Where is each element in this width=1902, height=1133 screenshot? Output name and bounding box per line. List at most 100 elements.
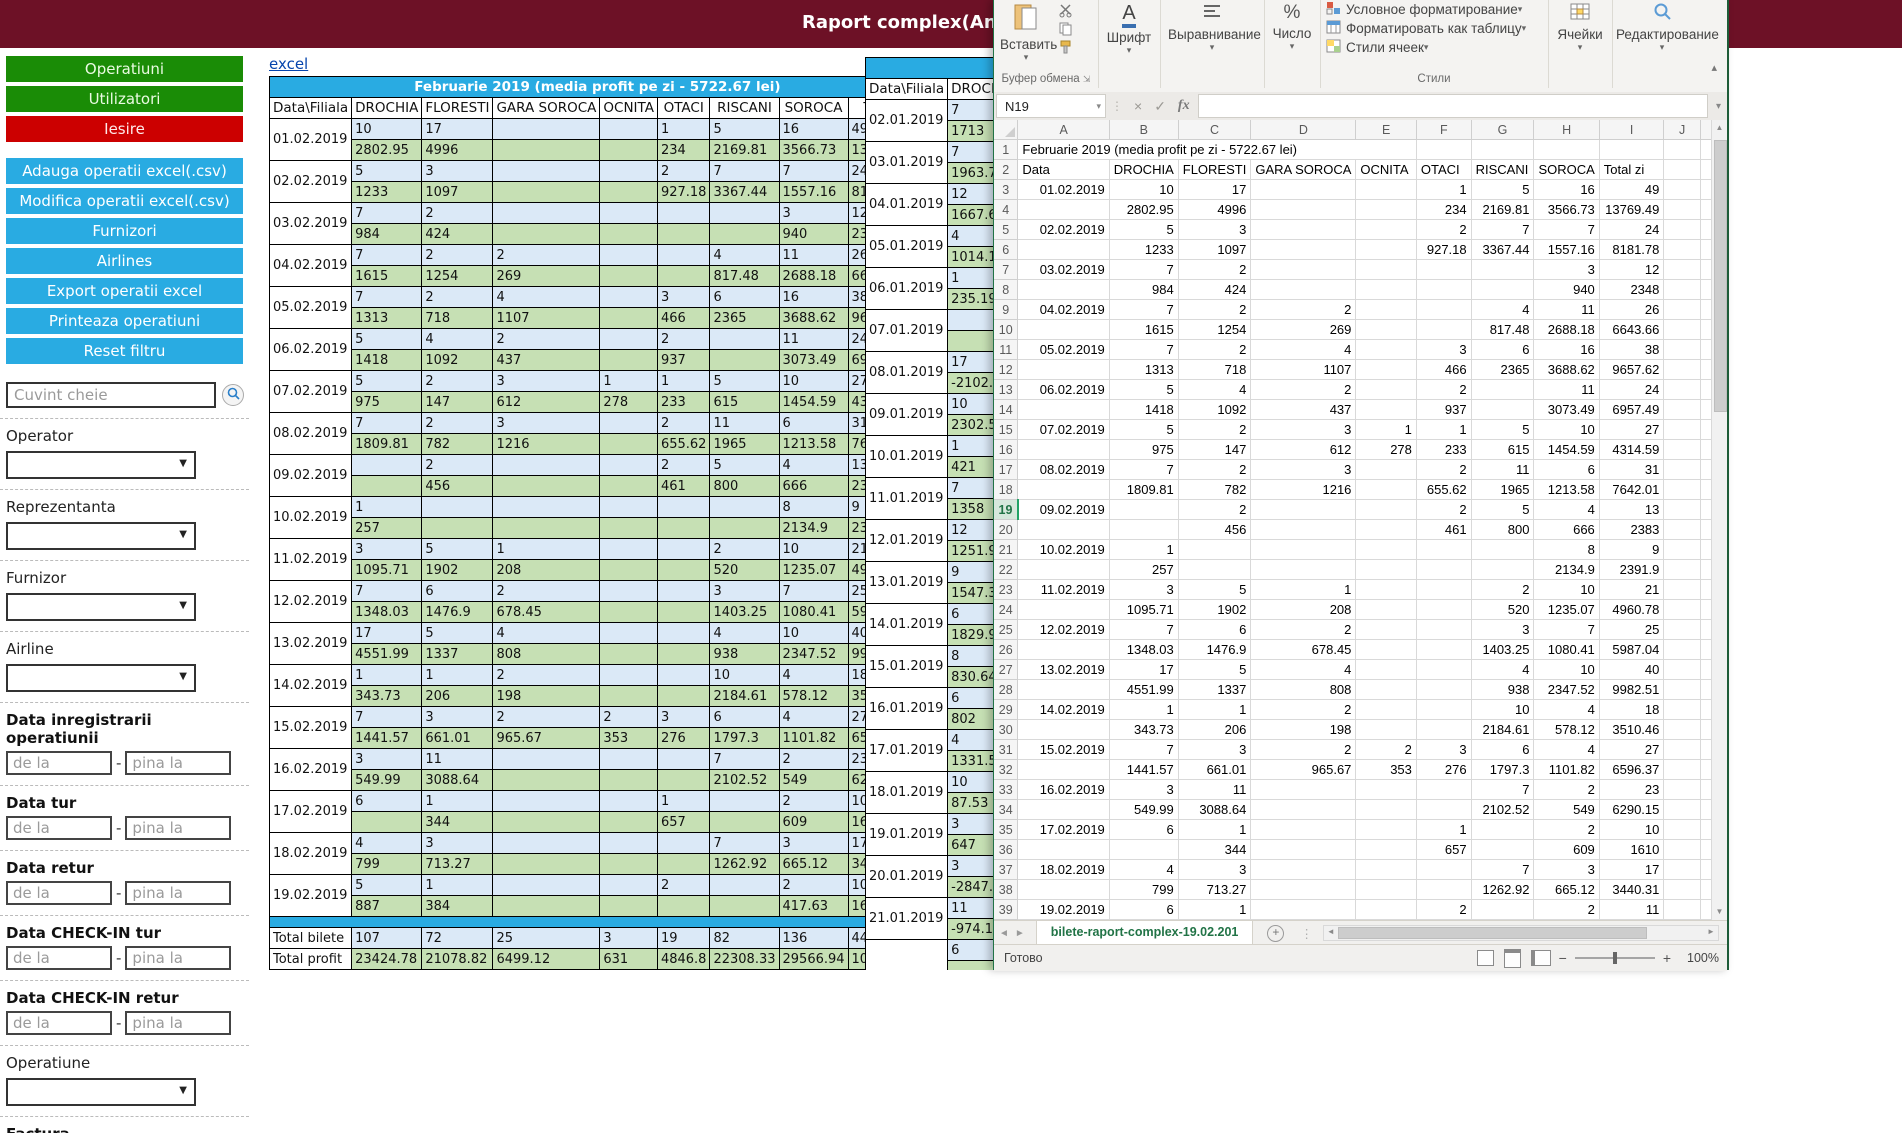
- date-from-input[interactable]: [6, 946, 112, 970]
- cell[interactable]: 17: [1599, 860, 1664, 880]
- cell[interactable]: [1251, 900, 1356, 920]
- cell[interactable]: [1356, 780, 1416, 800]
- format-painter-icon[interactable]: [1058, 40, 1074, 59]
- cell[interactable]: 18: [1599, 700, 1664, 720]
- cell[interactable]: 12.02.2019: [1018, 620, 1109, 640]
- cell[interactable]: 233: [1416, 440, 1471, 460]
- cell[interactable]: 06.02.2019: [1018, 380, 1109, 400]
- cell[interactable]: [1471, 140, 1534, 160]
- cell[interactable]: [1356, 700, 1416, 720]
- conditional-formatting-button[interactable]: Условное форматирование ▾: [1326, 0, 1522, 19]
- cell[interactable]: 2: [1534, 900, 1599, 920]
- cell[interactable]: 2: [1251, 700, 1356, 720]
- cell[interactable]: 3: [1178, 220, 1251, 240]
- cell[interactable]: 13769.49: [1599, 200, 1664, 220]
- date-to-input[interactable]: [125, 1011, 231, 1035]
- header-cell[interactable]: Total zi: [1599, 160, 1664, 180]
- cell[interactable]: [1416, 860, 1471, 880]
- cell[interactable]: 10: [1534, 420, 1599, 440]
- cell[interactable]: [1416, 600, 1471, 620]
- cell[interactable]: [1416, 700, 1471, 720]
- cell[interactable]: [1664, 600, 1701, 620]
- cell[interactable]: [1251, 540, 1356, 560]
- row-header-17[interactable]: 17: [994, 460, 1018, 480]
- cell[interactable]: 13: [1599, 500, 1664, 520]
- cell[interactable]: 198: [1251, 720, 1356, 740]
- cell[interactable]: 4996: [1178, 200, 1251, 220]
- row-header-25[interactable]: 25: [994, 620, 1018, 640]
- cell[interactable]: [1416, 280, 1471, 300]
- cell[interactable]: [1018, 240, 1109, 260]
- cell[interactable]: 800: [1471, 520, 1534, 540]
- filter-select-operatiune[interactable]: ▼: [6, 1078, 196, 1106]
- cell[interactable]: 666: [1534, 520, 1599, 540]
- filter-select-reprezentanta[interactable]: ▼: [6, 522, 196, 550]
- cell-styles-button[interactable]: Стили ячеек ▾: [1326, 38, 1428, 57]
- cell[interactable]: 1262.92: [1471, 880, 1534, 900]
- cell[interactable]: 3: [1251, 460, 1356, 480]
- row-header-30[interactable]: 30: [994, 720, 1018, 740]
- row-header-14[interactable]: 14: [994, 400, 1018, 420]
- cell[interactable]: [1356, 600, 1416, 620]
- date-to-input[interactable]: [125, 816, 231, 840]
- cell[interactable]: [1018, 560, 1109, 580]
- cell[interactable]: 3073.49: [1534, 400, 1599, 420]
- cell[interactable]: [1664, 700, 1701, 720]
- cell[interactable]: [1664, 380, 1701, 400]
- cell[interactable]: [1664, 720, 1701, 740]
- cell[interactable]: 975: [1109, 440, 1178, 460]
- cell[interactable]: 278: [1356, 440, 1416, 460]
- cell[interactable]: [1356, 240, 1416, 260]
- cell[interactable]: 2184.61: [1471, 720, 1534, 740]
- cell[interactable]: 3: [1109, 580, 1178, 600]
- cell[interactable]: 11.02.2019: [1018, 580, 1109, 600]
- cell[interactable]: [1356, 480, 1416, 500]
- cell[interactable]: 3: [1416, 340, 1471, 360]
- cell[interactable]: [1018, 840, 1109, 860]
- cell[interactable]: 6596.37: [1599, 760, 1664, 780]
- horizontal-scroll-thumb[interactable]: [1338, 927, 1647, 939]
- cell[interactable]: [1356, 280, 1416, 300]
- formula-input[interactable]: [1198, 94, 1708, 118]
- sidebar-button-export-operatii-excel[interactable]: Export operatii excel: [6, 278, 243, 304]
- cell[interactable]: 7: [1109, 300, 1178, 320]
- date-to-input[interactable]: [125, 946, 231, 970]
- cell[interactable]: [1251, 800, 1356, 820]
- font-group-button[interactable]: А Шрифт ▾: [1103, 2, 1155, 56]
- cell[interactable]: [1356, 820, 1416, 840]
- cell[interactable]: 11: [1599, 900, 1664, 920]
- add-sheet-icon[interactable]: +: [1267, 925, 1284, 942]
- cell[interactable]: 678.45: [1251, 640, 1356, 660]
- cell[interactable]: [1356, 620, 1416, 640]
- cell[interactable]: 10.02.2019: [1018, 540, 1109, 560]
- cell[interactable]: [1109, 840, 1178, 860]
- row-header-1[interactable]: 1: [994, 140, 1018, 160]
- cell[interactable]: [1356, 400, 1416, 420]
- cell[interactable]: 2365: [1471, 360, 1534, 380]
- scroll-up-icon[interactable]: ▲: [1712, 120, 1727, 136]
- cell[interactable]: 2: [1416, 220, 1471, 240]
- cell[interactable]: 1441.57: [1109, 760, 1178, 780]
- cell[interactable]: [1018, 200, 1109, 220]
- cell[interactable]: 3: [1251, 420, 1356, 440]
- cell[interactable]: 2: [1534, 820, 1599, 840]
- cell[interactable]: 1097: [1178, 240, 1251, 260]
- vertical-scrollbar[interactable]: ▲ ▼: [1711, 120, 1727, 920]
- cell[interactable]: 2169.81: [1471, 200, 1534, 220]
- zoom-slider-knob[interactable]: [1613, 952, 1617, 964]
- cell[interactable]: 8181.78: [1599, 240, 1664, 260]
- cell[interactable]: [1664, 300, 1701, 320]
- cell[interactable]: 2348: [1599, 280, 1664, 300]
- cell[interactable]: [1018, 520, 1109, 540]
- normal-view-icon[interactable]: [1477, 950, 1494, 966]
- cell[interactable]: 3688.62: [1534, 360, 1599, 380]
- cell[interactable]: 03.02.2019: [1018, 260, 1109, 280]
- cell[interactable]: [1018, 320, 1109, 340]
- cell[interactable]: 2: [1178, 300, 1251, 320]
- cell[interactable]: 4: [1178, 380, 1251, 400]
- cell[interactable]: [1664, 840, 1701, 860]
- cell[interactable]: 2802.95: [1109, 200, 1178, 220]
- row-header-16[interactable]: 16: [994, 440, 1018, 460]
- cell[interactable]: 1: [1416, 820, 1471, 840]
- cell[interactable]: 437: [1251, 400, 1356, 420]
